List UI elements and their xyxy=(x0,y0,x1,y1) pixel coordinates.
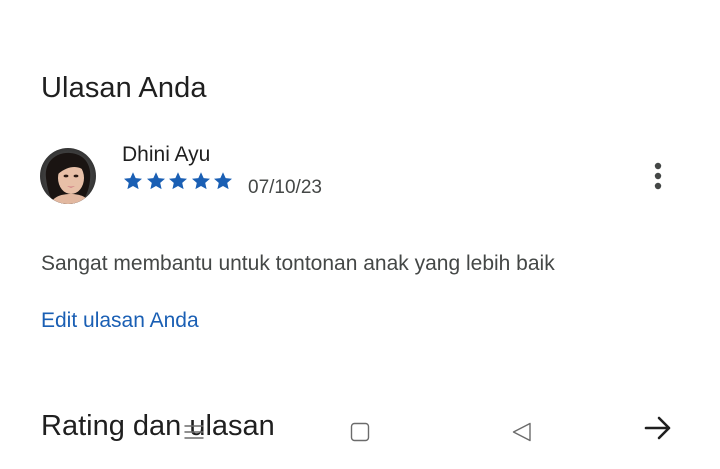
nav-back-button[interactable] xyxy=(510,420,534,444)
nav-home-button[interactable] xyxy=(348,420,372,444)
avatar-image xyxy=(40,148,96,204)
nav-menu-button[interactable] xyxy=(182,420,206,444)
ratings-section-title: Rating dan ulasan xyxy=(41,410,275,442)
home-square-icon xyxy=(350,422,370,442)
star-icon xyxy=(191,172,210,190)
star-icon xyxy=(169,172,188,190)
review-date: 07/10/23 xyxy=(248,177,322,198)
ratings-more-button[interactable] xyxy=(640,410,676,446)
edit-review-link[interactable]: Edit ulasan Anda xyxy=(41,307,199,335)
avatar xyxy=(40,148,96,204)
star-icon xyxy=(214,172,233,190)
reviewer-name: Dhini Ayu xyxy=(122,143,211,166)
star-icon xyxy=(124,172,142,190)
page-section-title: Ulasan Anda xyxy=(41,72,207,104)
user-review-card: Dhini Ayu 07/10/23 xyxy=(40,143,680,210)
more-vert-icon xyxy=(654,162,662,190)
more-options-button[interactable] xyxy=(640,156,676,196)
menu-icon xyxy=(184,425,204,439)
arrow-forward-icon xyxy=(644,416,671,440)
star-icon xyxy=(146,172,165,190)
star-rating xyxy=(122,170,235,194)
review-text: Sangat membantu untuk tontonan anak yang… xyxy=(41,252,555,275)
back-triangle-icon xyxy=(512,422,531,442)
